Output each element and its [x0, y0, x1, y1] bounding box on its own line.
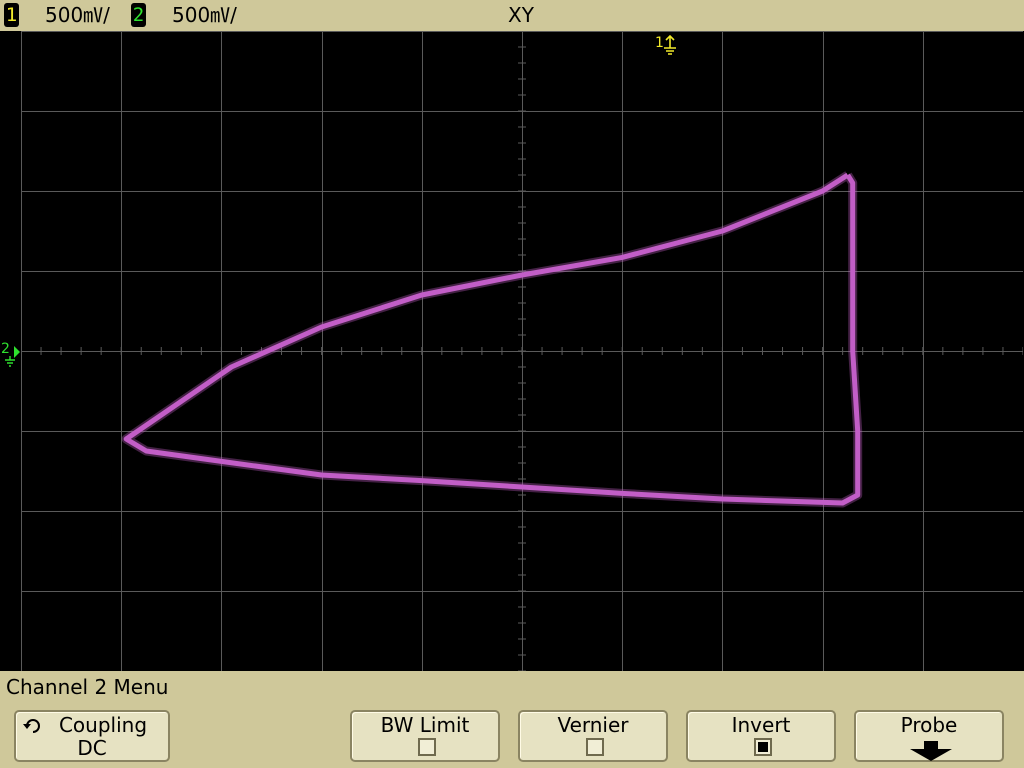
- waveform-display[interactable]: [21, 31, 1023, 671]
- vernier-checkbox[interactable]: [586, 738, 604, 756]
- submenu-arrow-icon: [910, 741, 952, 761]
- status-bar: 1 500㎷/ 2 500㎷/ XY: [0, 0, 1024, 31]
- invert-label: Invert: [731, 713, 791, 737]
- bw-limit-label: BW Limit: [380, 713, 470, 737]
- channel-2-badge[interactable]: 2: [131, 3, 146, 27]
- coupling-label: Coupling: [58, 713, 148, 737]
- channel-1-badge[interactable]: 1: [4, 3, 19, 27]
- bw-limit-button[interactable]: BW Limit: [350, 710, 500, 762]
- display-mode-label: XY: [508, 3, 534, 27]
- coupling-value: DC: [77, 736, 107, 760]
- softkey-menu: Channel 2 Menu Coupling DC BW Limit Vern…: [0, 671, 1024, 768]
- invert-checkbox[interactable]: [754, 738, 772, 756]
- channel-1-scale: 500㎷/: [45, 3, 110, 27]
- bw-limit-checkbox[interactable]: [418, 738, 436, 756]
- ground-icon: [5, 346, 20, 367]
- ground-icon: [664, 34, 676, 55]
- vernier-label: Vernier: [557, 713, 629, 737]
- graticule: [21, 31, 1023, 671]
- channel-2-scale: 500㎷/: [172, 3, 237, 27]
- coupling-button[interactable]: Coupling DC: [14, 710, 170, 762]
- probe-label: Probe: [900, 713, 958, 737]
- invert-button[interactable]: Invert: [686, 710, 836, 762]
- probe-button[interactable]: Probe: [854, 710, 1004, 762]
- menu-title: Channel 2 Menu: [6, 675, 169, 699]
- vernier-button[interactable]: Vernier: [518, 710, 668, 762]
- xy-trace-glow: [121, 171, 863, 508]
